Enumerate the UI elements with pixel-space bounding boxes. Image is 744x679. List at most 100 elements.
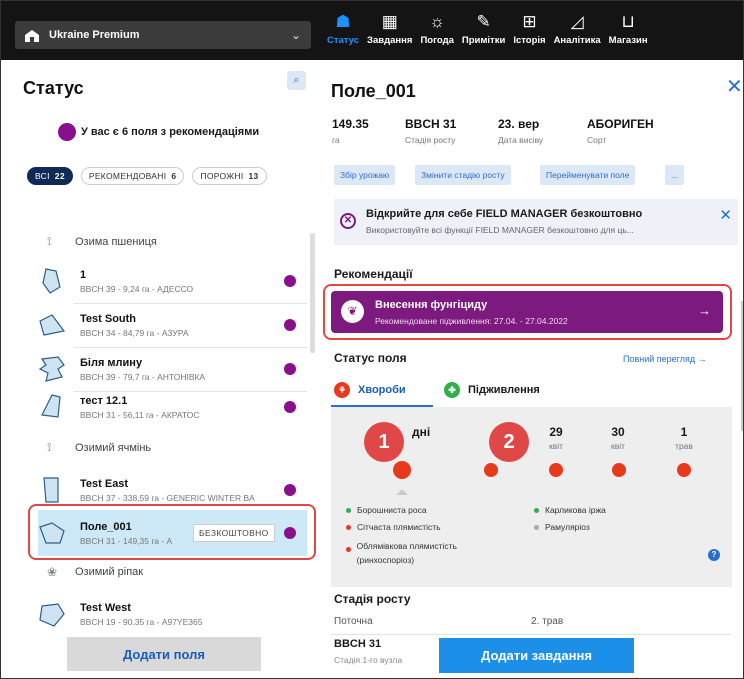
farm-selector[interactable]: Ukraine Premium ⌄ [15, 21, 311, 49]
stat-label: га [332, 135, 340, 145]
tab-label: Хвороби [358, 384, 406, 396]
field-name: 1 [80, 268, 87, 281]
cart-icon: ⊔ [621, 12, 635, 31]
recommendations-heading: Рекомендації [334, 267, 413, 281]
close-icon[interactable]: ✕ [726, 74, 743, 99]
growth-next-date: 2. трав [531, 616, 564, 627]
farm-name: Ukraine Premium [49, 29, 140, 41]
disease-risk-dot[interactable] [549, 463, 563, 477]
rename-field-button[interactable]: Перейменувати поле [540, 165, 636, 185]
field-desc: BBCH 39 - 79,7 га - АНТОНІВКА [80, 371, 206, 382]
field-desc: BBCH 34 - 84,79 га - АЗУРА [80, 327, 189, 338]
day-number: 30 [611, 425, 625, 439]
legend-item: Облямівкова плямистість (ринхоспоріоз) [346, 539, 506, 567]
rapeseed-icon: ❀ [47, 565, 58, 579]
add-fields-button[interactable]: Додати поля [67, 637, 261, 671]
timeline-day: 29 квіт [536, 425, 576, 451]
disease-risk-dot[interactable] [612, 463, 626, 477]
field-shape-icon [39, 314, 66, 336]
field-name: тест 12.1 [80, 394, 128, 407]
divider [331, 634, 731, 635]
more-actions-button[interactable]: ... [665, 165, 685, 185]
day-month: квіт [548, 441, 564, 451]
growth-stage-value: BBCH 31 [334, 638, 382, 650]
disease-risk-dot[interactable] [393, 461, 411, 479]
chip-recommended[interactable]: РЕКОМЕНДОВАНІ 6 [80, 167, 185, 185]
nav-status[interactable]: ☗ Статус [327, 11, 359, 46]
marker-2: 2 [489, 422, 529, 462]
stat-variety: АБОРИГЕН Сорт [587, 117, 654, 145]
chip-empty[interactable]: ПОРОЖНІ 13 [192, 167, 267, 185]
left-scrollbar[interactable] [310, 233, 315, 353]
nav-weather[interactable]: ☼ Погода [420, 11, 453, 46]
barley-icon: ⟟ [47, 440, 52, 454]
field-item[interactable]: Test South BBCH 34 - 84,79 га - АЗУРА [38, 302, 307, 348]
nav-tasks[interactable]: ▦ Завдання [367, 11, 412, 46]
add-task-button[interactable]: Додати завдання [439, 638, 634, 673]
legend-label: Сітчаста плямистість [357, 522, 441, 532]
harvest-button[interactable]: Збір урожаю [334, 165, 396, 185]
field-name: Test South [80, 312, 137, 325]
filter-chips: ВСІ 22 РЕКОМЕНДОВАНІ 6 ПОРОЖНІ 13 [27, 167, 275, 185]
tab-nutrition[interactable]: ✤ Підживлення [444, 375, 540, 405]
tab-diseases[interactable]: ⚘ Хвороби [334, 375, 406, 405]
calendar-icon: ▦ [381, 12, 398, 31]
nav-history[interactable]: ⊞ Історія [513, 11, 545, 46]
notes-icon: ✎ [476, 12, 491, 31]
day-month: трав [675, 441, 693, 451]
farm-icon [25, 29, 39, 42]
search-icon[interactable]: ⌕ [287, 71, 306, 90]
chip-count: 6 [171, 171, 177, 181]
analytics-icon: ◿ [570, 12, 584, 31]
nav-shop[interactable]: ⊔ Магазин [609, 11, 648, 46]
legend-item: Сітчаста плямистість [346, 522, 441, 532]
chevron-down-icon: ⌄ [290, 28, 301, 42]
nav-label: Магазин [608, 35, 648, 46]
stat-label: Дата висіву [498, 135, 544, 145]
legend-item: Рамуляріоз [534, 522, 590, 532]
legend-dot [534, 507, 539, 513]
day-number: 1 [680, 425, 688, 439]
stat-value: BBCH 31 [405, 117, 457, 131]
crop-group-winter-barley: ⟟ Озимий ячмінь [47, 440, 151, 455]
nav-label: Завдання [367, 35, 413, 46]
promo-banner[interactable]: ✕ Відкрийте для себе FIELD MANAGER безко… [334, 199, 738, 245]
crop-label: Озимий ячмінь [75, 441, 152, 454]
change-growth-stage-button[interactable]: Змінити стадію росту [415, 165, 511, 185]
field-title: Поле_001 [331, 81, 416, 101]
legend-dot [534, 524, 539, 530]
chip-label: ПОРОЖНІ [200, 171, 244, 181]
close-icon[interactable]: ✕ [719, 206, 732, 224]
legend-dot [346, 547, 351, 552]
field-item[interactable]: 1 BBCH 39 - 9,24 га - АДЕССО [38, 258, 307, 304]
page-title: Статус [23, 78, 84, 98]
marker-1: 1 [364, 422, 404, 462]
chip-all[interactable]: ВСІ 22 [27, 167, 73, 185]
nav-label: Погода [420, 35, 454, 46]
stat-area: 149.35 га [332, 117, 369, 145]
disease-risk-dot[interactable] [677, 463, 691, 477]
nav-notes[interactable]: ✎ Примітки [462, 11, 505, 46]
field-shape-icon [43, 477, 59, 503]
stat-label: Стадія росту [405, 135, 456, 145]
legend-item: Борошниста роса [346, 505, 427, 515]
disease-risk-dot[interactable] [484, 463, 498, 477]
field-name: Біля млину [80, 356, 143, 369]
stat-growth-stage: BBCH 31 Стадія росту [405, 117, 456, 145]
field-shape-icon [42, 268, 61, 294]
nav-label: Аналітика [553, 35, 601, 46]
field-desc: BBCH 39 - 9,24 га - АДЕССО [80, 283, 194, 294]
field-shape-icon [39, 603, 65, 627]
recommendation-dot-icon [284, 484, 296, 496]
full-view-link[interactable]: Повний перегляд → [623, 354, 707, 364]
stat-value: 23. вер [498, 117, 540, 131]
crop-group-winter-rapeseed: ❀ Озимий ріпак [47, 565, 143, 579]
help-icon[interactable]: ? [708, 549, 720, 561]
nav-label: Статус [327, 35, 360, 46]
crop-label: Озима пшениця [75, 235, 157, 248]
recommendation-dot-icon [284, 401, 296, 413]
field-item[interactable]: тест 12.1 BBCH 31 - 56,11 га - АКРАТОС [38, 384, 307, 430]
growth-current-label: Поточна [334, 616, 373, 627]
field-item[interactable]: Test West BBCH 19 - 90.35 га - A97YE365 [38, 591, 307, 637]
nav-analytics[interactable]: ◿ Аналітика [554, 11, 601, 46]
